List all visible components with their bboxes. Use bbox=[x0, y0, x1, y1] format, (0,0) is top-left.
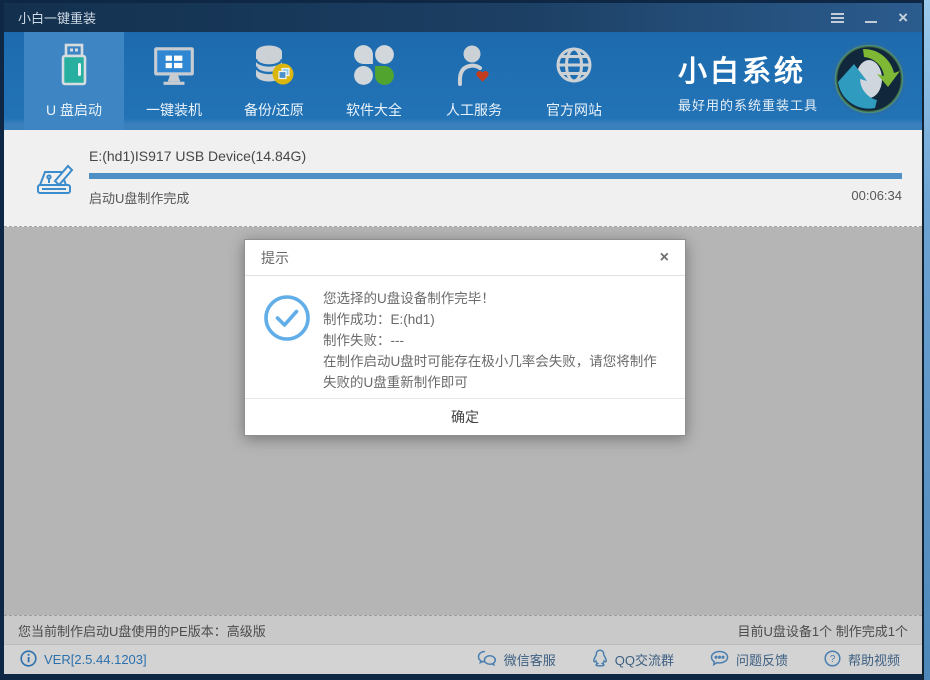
dialog-footer: 确定 bbox=[245, 398, 685, 435]
tab-label: 人工服务 bbox=[446, 102, 502, 118]
dialog-line: 您选择的U盘设备制作完毕！ bbox=[323, 291, 495, 306]
version-info[interactable]: VER[2.5.44.1203] bbox=[20, 649, 147, 670]
window-bottom-border bbox=[4, 674, 922, 680]
device-name: E:(hd1)IS917 USB Device(14.84G) bbox=[89, 148, 307, 164]
window-title: 小白一键重装 bbox=[18, 11, 97, 26]
tab-support[interactable]: 人工服务 bbox=[424, 32, 524, 130]
tab-label: 官方网站 bbox=[546, 102, 602, 118]
database-backup-icon bbox=[252, 42, 296, 93]
status-bar: 您当前制作启动U盘使用的PE版本：高级版 目前U盘设备1个 制作完成1个 bbox=[4, 615, 922, 644]
check-circle-icon bbox=[263, 294, 311, 347]
app-window: 小白一键重装 × U 盘启动 一键装机 备份/还原 软件大全 人工服务 官方网站… bbox=[0, 0, 924, 680]
footer-link-label: 帮助视频 bbox=[847, 653, 900, 668]
info-icon bbox=[20, 649, 37, 670]
globe-icon bbox=[552, 42, 596, 93]
footer-link-label: QQ交流群 bbox=[614, 653, 674, 668]
wechat-icon bbox=[477, 650, 497, 670]
main-nav: U 盘启动 一键装机 备份/还原 软件大全 人工服务 官方网站 小白系统 最好用… bbox=[4, 32, 922, 130]
qq-icon bbox=[592, 649, 608, 670]
brand-title: 小白系统 bbox=[677, 56, 806, 88]
tab-one-click-install[interactable]: 一键装机 bbox=[124, 32, 224, 130]
footer-link-label: 问题反馈 bbox=[735, 653, 788, 668]
tab-software[interactable]: 软件大全 bbox=[324, 32, 424, 130]
tab-label: 软件大全 bbox=[346, 102, 402, 118]
dialog-body: 您选择的U盘设备制作完毕！ 制作成功：E:(hd1) 制作失败：--- 在制作启… bbox=[245, 276, 685, 393]
clover-apps-icon bbox=[352, 42, 396, 93]
feedback-bubble-icon bbox=[710, 650, 729, 670]
ok-button[interactable]: 确定 bbox=[421, 401, 509, 433]
help-videos-link[interactable]: ? 帮助视频 bbox=[824, 649, 900, 670]
progress-bar bbox=[89, 173, 902, 179]
footer-bar: VER[2.5.44.1203] 微信客服 QQ交流群 问题反馈 ? 帮助视频 bbox=[4, 644, 922, 674]
dialog-header: 提示 × bbox=[245, 240, 685, 276]
tab-label: U 盘启动 bbox=[46, 102, 102, 118]
drive-write-icon bbox=[32, 160, 74, 207]
person-heart-icon bbox=[452, 42, 496, 93]
elapsed-time: 00:06:34 bbox=[851, 188, 902, 203]
version-text: VER[2.5.44.1203] bbox=[44, 652, 147, 667]
titlebar: 小白一键重装 × bbox=[4, 3, 922, 32]
qq-group-link[interactable]: QQ交流群 bbox=[592, 649, 674, 670]
progress-status: 启动U盘制作完成 bbox=[89, 191, 190, 206]
menu-icon[interactable] bbox=[831, 10, 845, 26]
feedback-link[interactable]: 问题反馈 bbox=[710, 649, 788, 670]
tab-label: 备份/还原 bbox=[244, 102, 304, 118]
brand: 小白系统 最好用的系统重装工具 bbox=[678, 32, 908, 130]
footer-link-label: 微信客服 bbox=[503, 653, 556, 668]
minimize-icon[interactable] bbox=[865, 10, 878, 26]
window-controls: × bbox=[831, 9, 908, 26]
tab-label: 一键装机 bbox=[146, 102, 202, 118]
dialog-line: 制作成功：E:(hd1) bbox=[323, 312, 435, 327]
dimmed-content-area: 提示 × 您选择的U盘设备制作完毕！ 制作成功：E:(hd1) 制作失败：---… bbox=[4, 227, 922, 615]
svg-text:?: ? bbox=[830, 654, 836, 665]
device-count-text: 目前U盘设备1个 制作完成1个 bbox=[737, 623, 908, 639]
dialog-line: 在制作启动U盘时可能存在极小几率会失败，请您将制作失败的U盘重新制作即可 bbox=[323, 354, 657, 390]
tab-backup-restore[interactable]: 备份/还原 bbox=[224, 32, 324, 130]
progress-bar-fill bbox=[89, 173, 902, 179]
wechat-support-link[interactable]: 微信客服 bbox=[477, 649, 556, 670]
usb-progress-panel: E:(hd1)IS917 USB Device(14.84G) 启动U盘制作完成… bbox=[4, 130, 922, 227]
dialog-line: 制作失败：--- bbox=[323, 333, 404, 348]
usb-drive-icon bbox=[52, 42, 96, 93]
tab-usb-boot[interactable]: U 盘启动 bbox=[24, 32, 124, 130]
monitor-windows-icon bbox=[151, 42, 197, 93]
tab-official-site[interactable]: 官方网站 bbox=[524, 32, 624, 130]
refresh-arrows-logo bbox=[830, 40, 908, 123]
close-icon[interactable]: × bbox=[898, 9, 908, 26]
footer-links: 微信客服 QQ交流群 问题反馈 ? 帮助视频 bbox=[477, 649, 900, 670]
result-dialog: 提示 × 您选择的U盘设备制作完毕！ 制作成功：E:(hd1) 制作失败：---… bbox=[244, 239, 686, 436]
help-circle-icon: ? bbox=[824, 649, 841, 670]
pe-version-text: 您当前制作启动U盘使用的PE版本：高级版 bbox=[18, 623, 266, 639]
brand-subtitle: 最好用的系统重装工具 bbox=[677, 98, 818, 113]
dialog-close-icon[interactable]: × bbox=[660, 249, 669, 267]
dialog-title: 提示 bbox=[261, 249, 289, 266]
